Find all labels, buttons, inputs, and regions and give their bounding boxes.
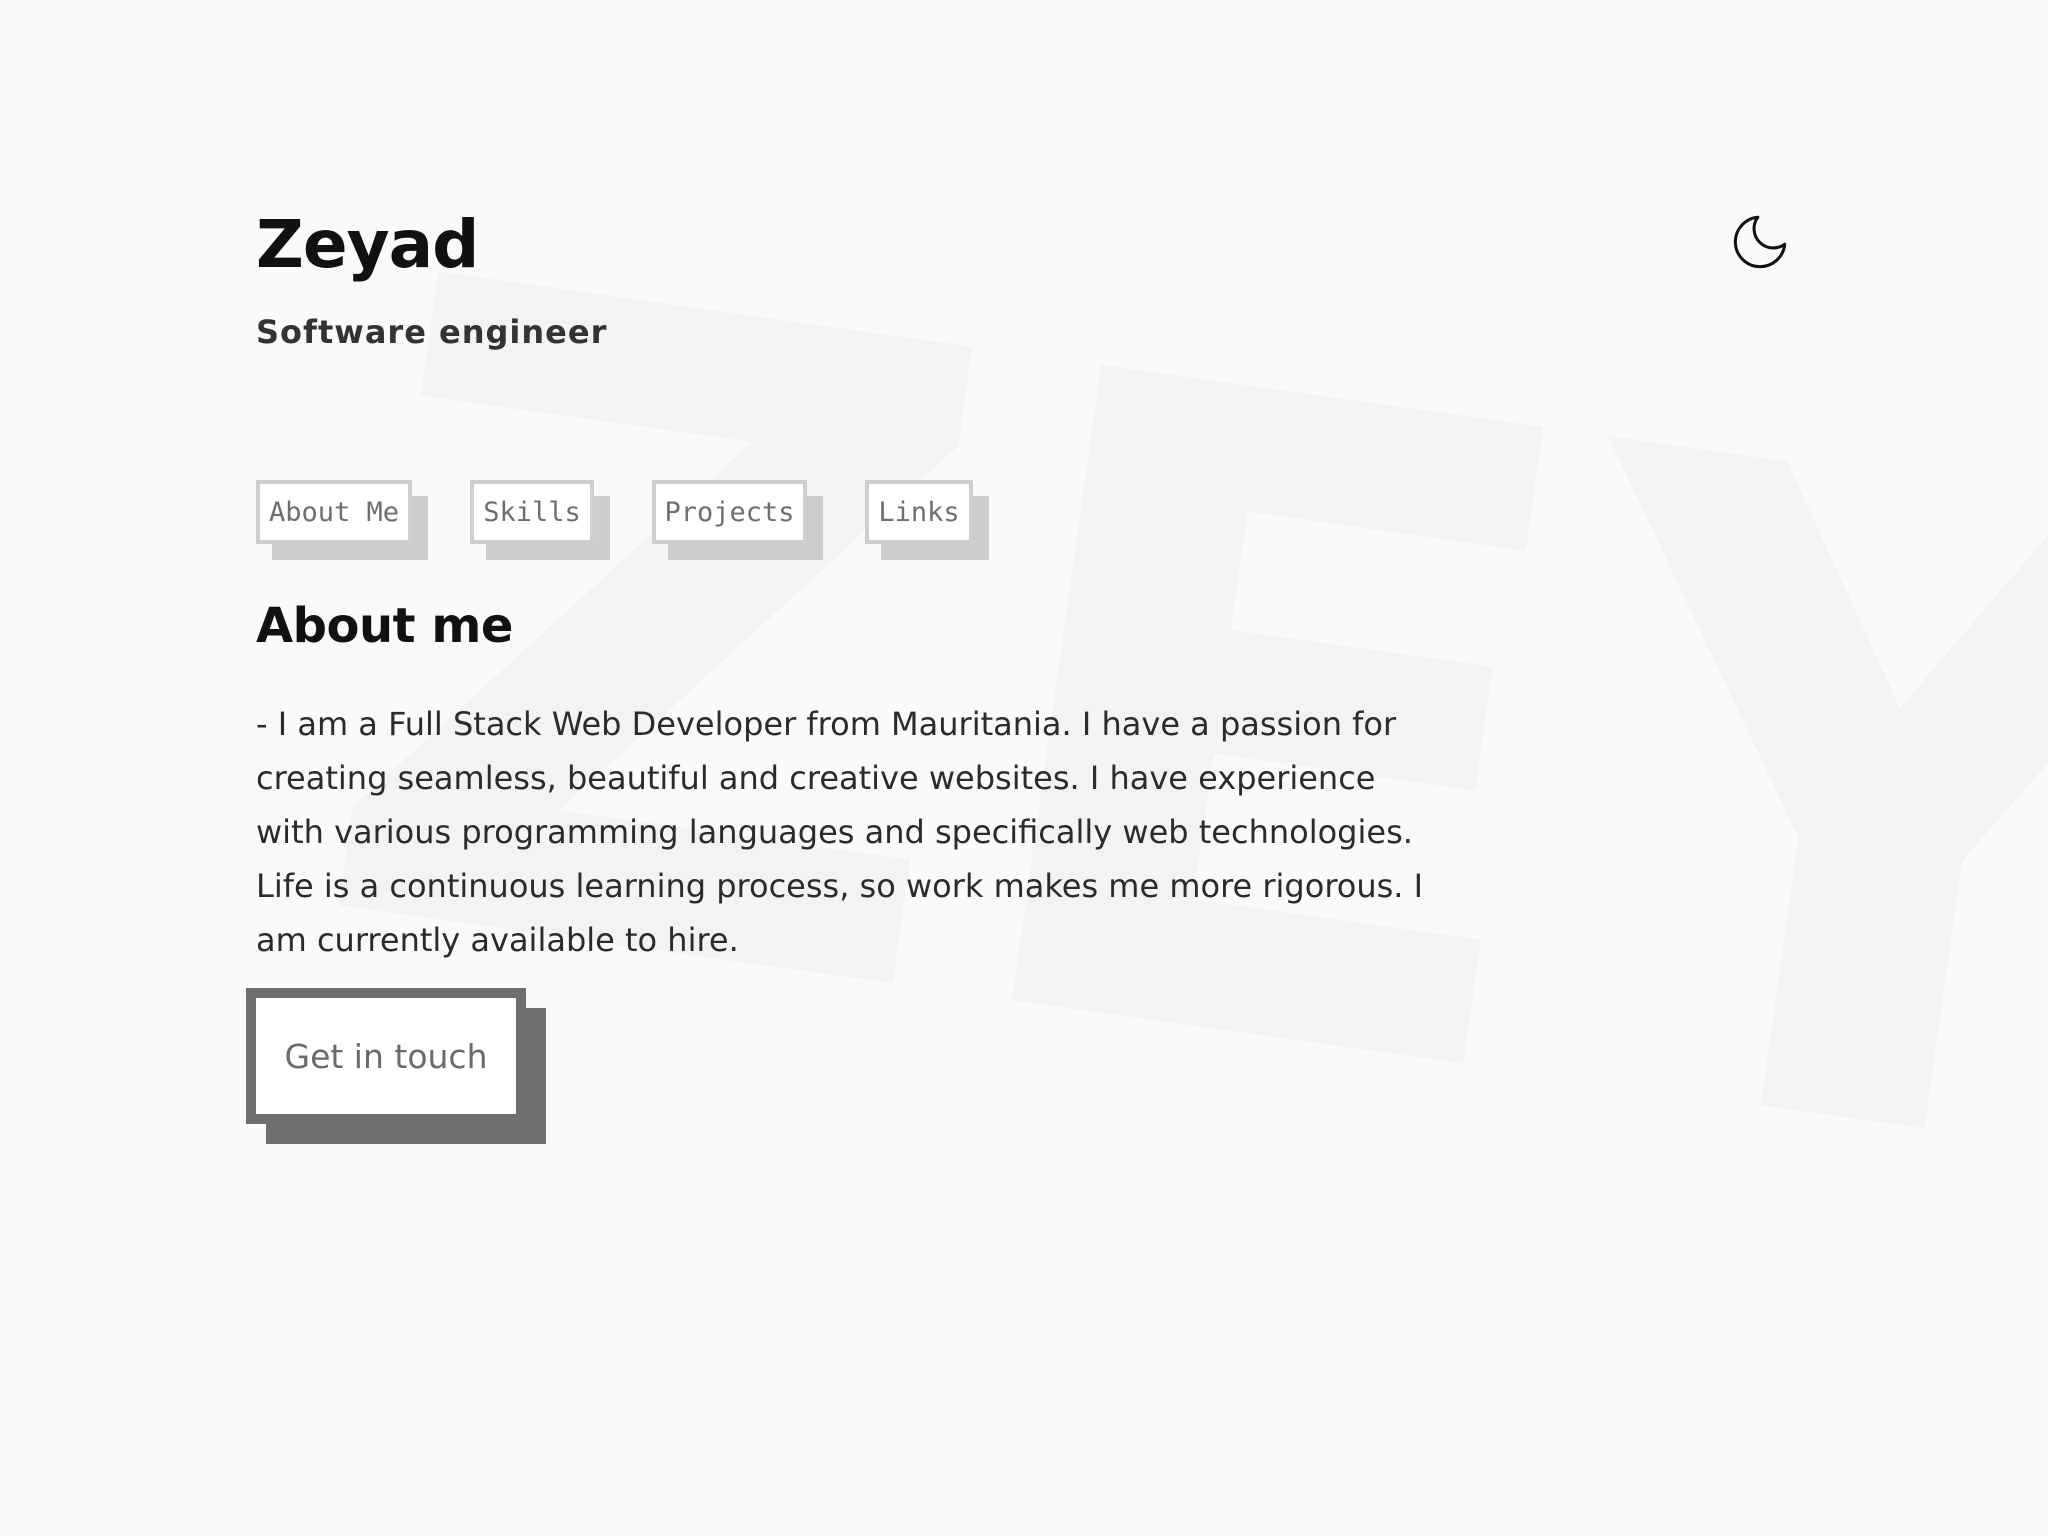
main-content: Zeyad Software engineer About Me Skills … bbox=[246, 0, 1792, 1536]
moon-icon bbox=[1733, 215, 1787, 269]
nav-skills[interactable]: Skills bbox=[470, 480, 594, 544]
get-in-touch-button[interactable]: Get in touch bbox=[246, 988, 526, 1124]
nav-about-me[interactable]: About Me bbox=[256, 480, 412, 544]
site-role: Software engineer bbox=[256, 313, 608, 351]
site-name: Zeyad bbox=[256, 206, 479, 283]
nav-links[interactable]: Links bbox=[865, 480, 973, 544]
about-description: - I am a Full Stack Web Developer from M… bbox=[256, 705, 1424, 959]
theme-toggle-button[interactable] bbox=[1724, 206, 1796, 278]
nav-projects[interactable]: Projects bbox=[652, 480, 807, 544]
about-title: About me bbox=[256, 598, 513, 654]
